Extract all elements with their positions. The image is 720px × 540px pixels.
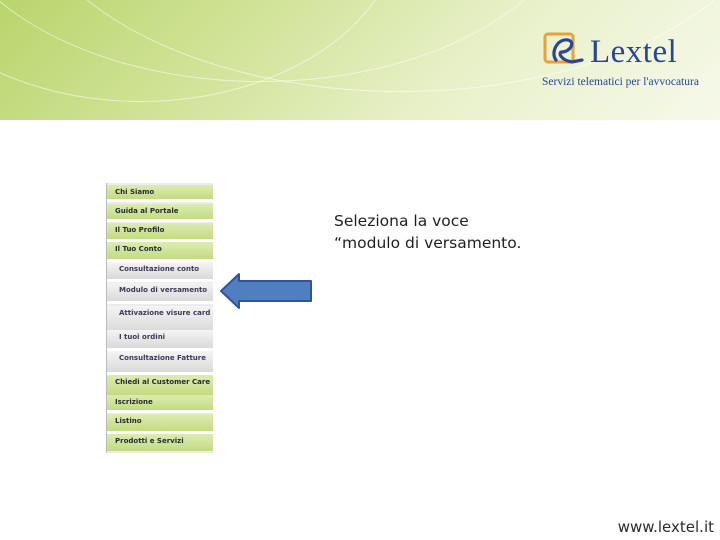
lextel-logo-icon [543,32,584,64]
menu-item-label: Consultazione conto [119,265,200,273]
menu-item-consultazione-conto[interactable]: Consultazione conto [107,262,213,279]
logo-wordmark: Lextel [590,34,678,70]
menu-item-iscrizione[interactable]: Iscrizione [107,395,213,410]
menu-item-label: Listino [115,417,142,425]
menu-item-label: Prodotti e Servizi [115,437,184,445]
menu-item-il-tuo-profilo[interactable]: Il Tuo Profilo [107,223,213,239]
menu-item-prodotti-e-servizi[interactable]: Prodotti e Servizi [107,434,213,451]
menu-item-label: Il Tuo Profilo [115,226,165,234]
menu-divider [107,301,213,304]
instruction-text: Seleziona la voce “modulo di versamento. [334,210,521,254]
menu-divider [107,219,213,222]
menu-item-label: I tuoi ordini [119,333,166,341]
menu-item-modulo-di-versamento[interactable]: Modulo di versamento [107,283,213,301]
menu-item-label: Attivazione visure card [119,309,211,317]
instruction-line: Seleziona la voce [334,212,469,230]
logo-tagline: Servizi telematici per l'avvocatura [542,76,699,88]
menu-item-consultazione-fatture[interactable]: Consultazione Fatture [107,351,213,372]
left-arrow-icon [220,273,312,309]
header-banner: Lextel Servizi telematici per l'avvocatu… [0,0,720,120]
menu-item-chiedi-al-customer-care[interactable]: Chiedi al Customer Care [107,375,213,395]
menu-item-attivazione-visure-card[interactable]: Attivazione visure card [107,306,213,331]
menu-item-guida-al-portale[interactable]: Guida al Portale [107,204,213,219]
menu-item-i-tuoi-ordini[interactable]: I tuoi ordini [107,330,213,348]
menu-item-listino[interactable]: Listino [107,414,213,431]
sidebar-menu-screenshot: Chi Siamo Guida al Portale Il Tuo Profil… [106,183,213,453]
menu-item-label: Iscrizione [115,398,153,406]
menu-item-il-tuo-conto[interactable]: Il Tuo Conto [107,242,213,259]
instruction-line: “modulo di versamento. [334,234,522,252]
menu-divider [107,199,213,202]
footer-website-link[interactable]: www.lextel.it [618,518,714,536]
menu-item-label: Il Tuo Conto [115,245,162,253]
menu-divider [107,410,213,413]
menu-item-label: Guida al Portale [115,207,179,215]
menu-item-label: Chi Siamo [115,188,155,196]
menu-item-chi-siamo[interactable]: Chi Siamo [107,185,213,199]
lextel-logo[interactable]: Lextel Servizi telematici per l'avvocatu… [538,28,718,102]
menu-divider [107,279,213,282]
menu-item-label: Chiedi al Customer Care [115,378,211,386]
menu-item-label: Consultazione Fatture [119,354,206,362]
menu-item-label: Modulo di versamento [119,286,208,294]
